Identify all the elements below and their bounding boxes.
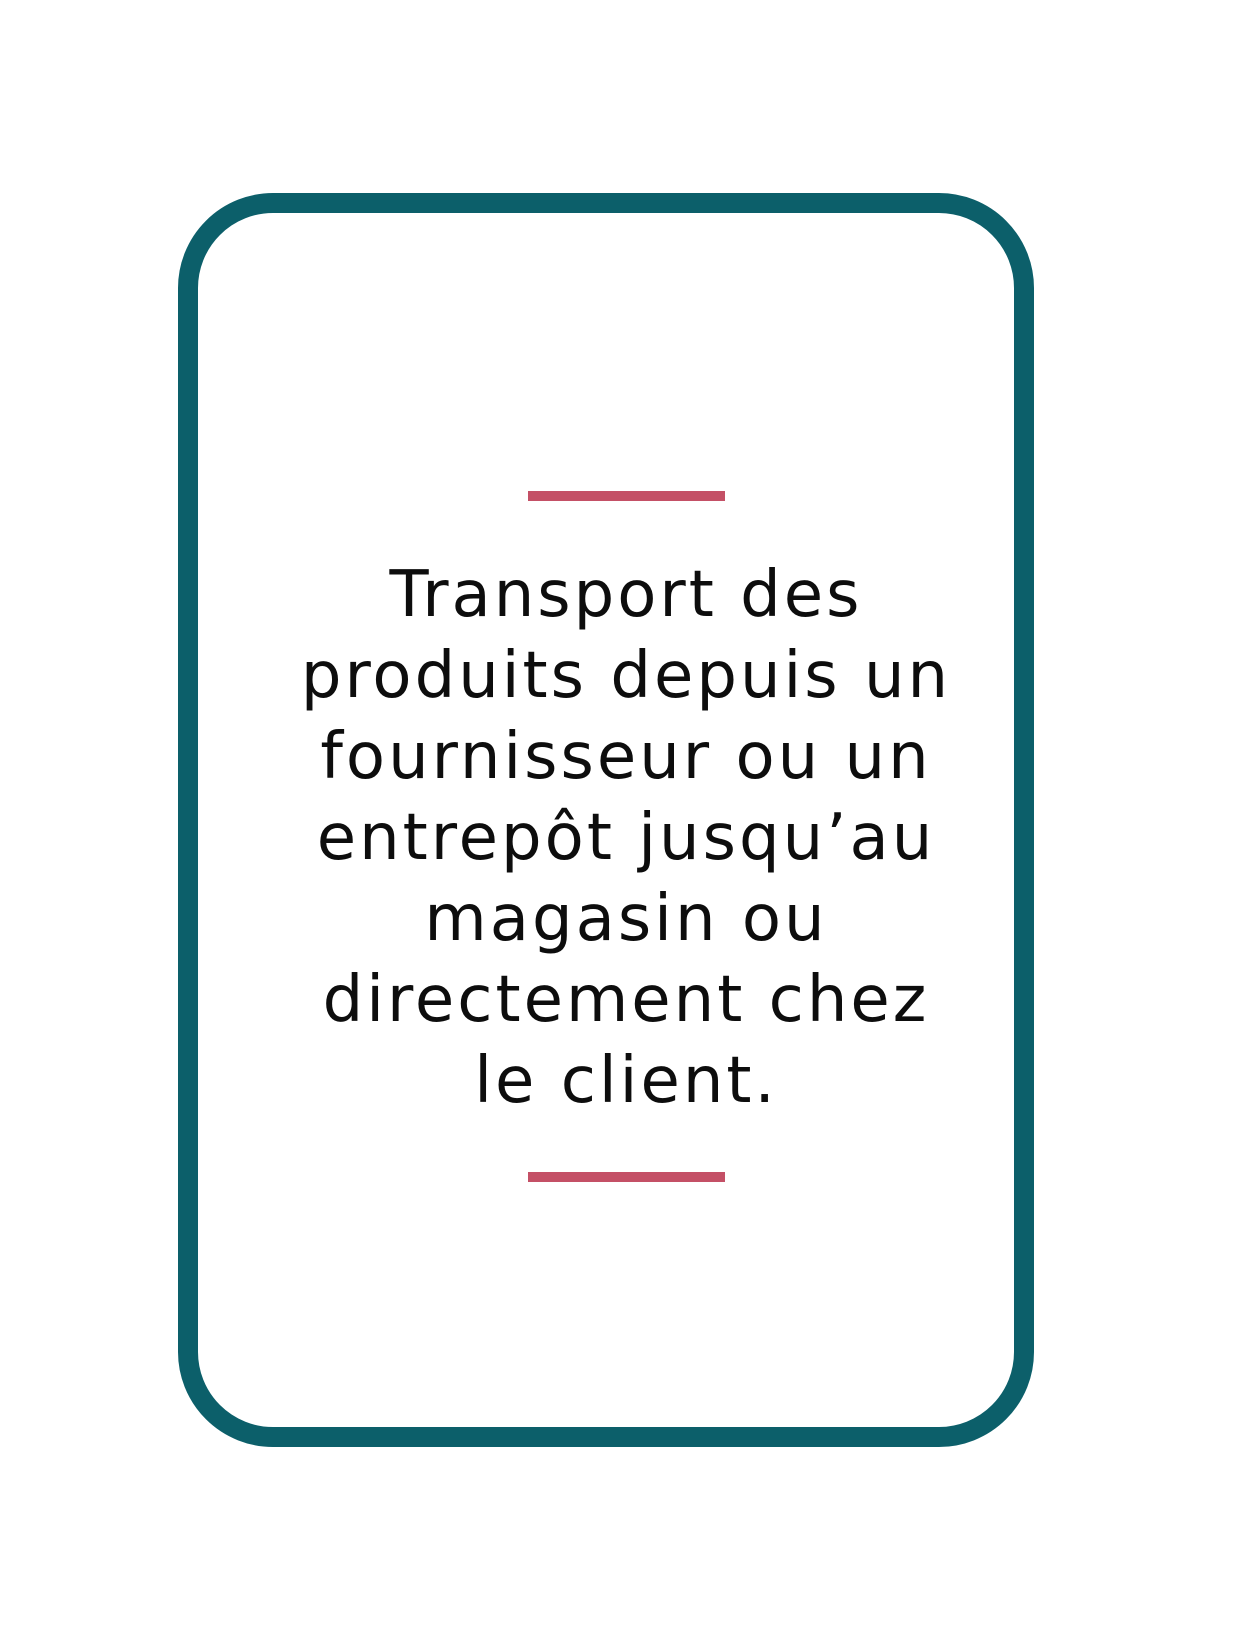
definition-line: le client. xyxy=(474,1044,778,1118)
definition-line: fournisseur ou un xyxy=(320,720,932,794)
definition-line: produits depuis un xyxy=(300,639,952,713)
definition-line: entrepôt jusqu’au xyxy=(316,801,936,875)
bottom-accent-rule xyxy=(528,1172,725,1182)
definition-line: magasin ou xyxy=(424,882,828,956)
definition-line: directement chez xyxy=(322,963,930,1037)
top-accent-rule xyxy=(528,491,725,501)
definition-text: Transport des produits depuis un fournis… xyxy=(250,555,1002,1122)
definition-line: Transport des xyxy=(389,558,863,632)
